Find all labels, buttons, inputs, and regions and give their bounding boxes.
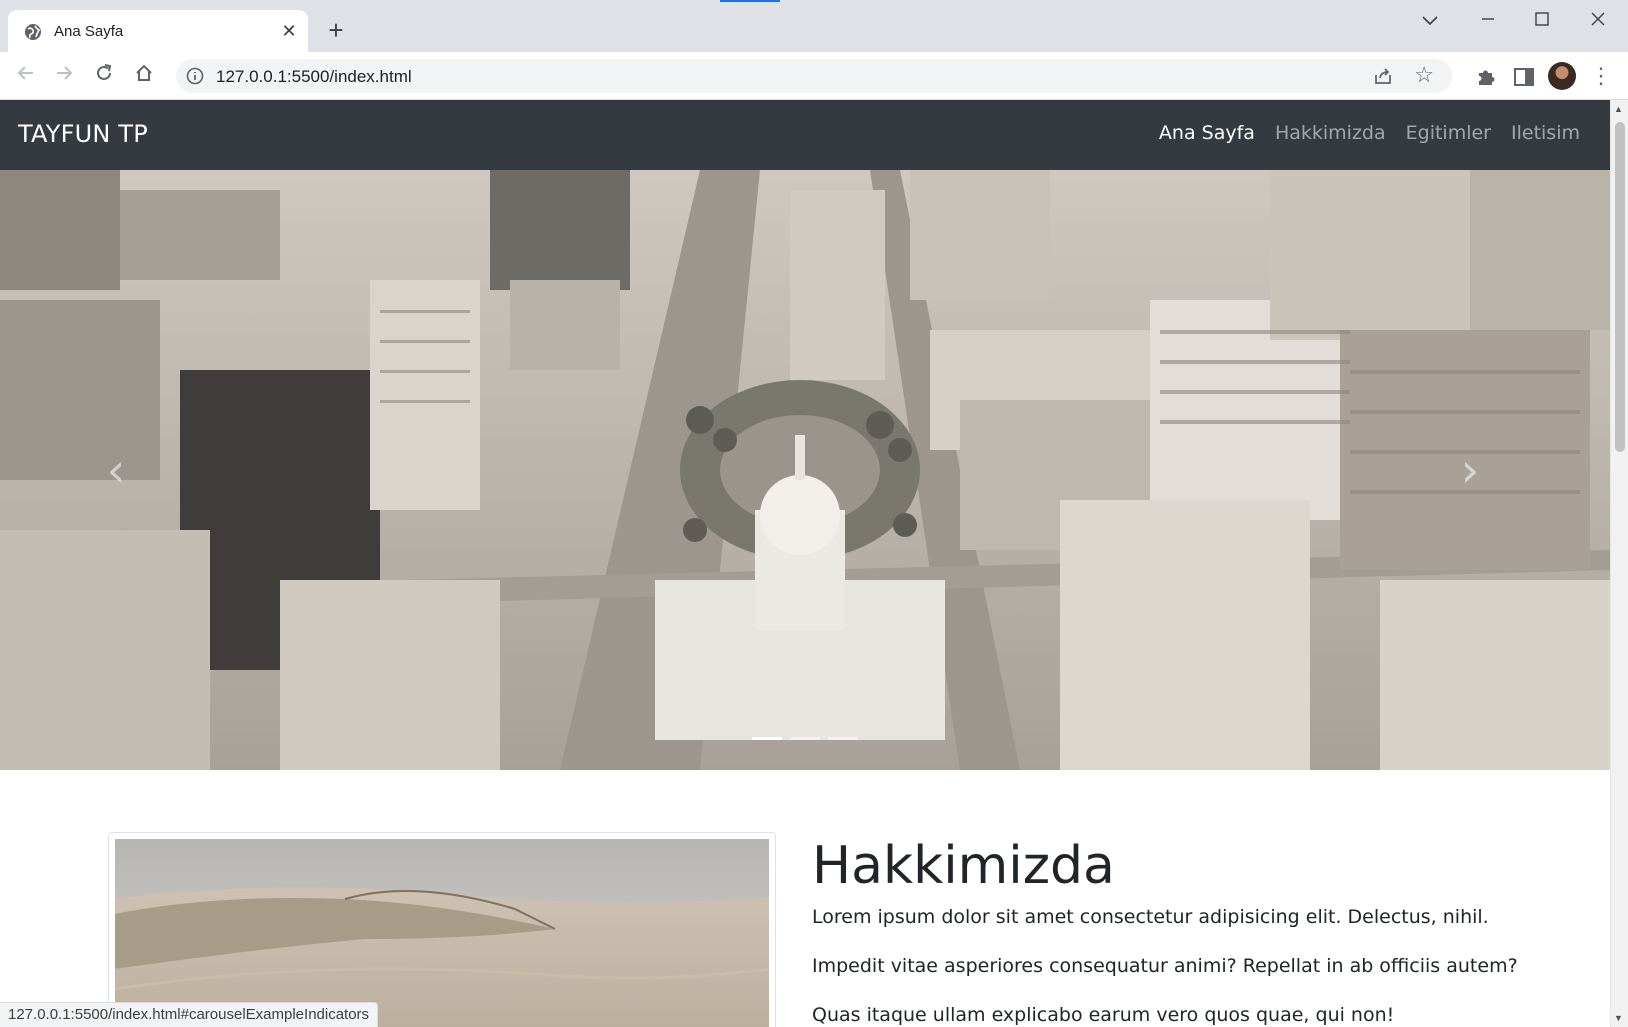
nav-link-iletisim[interactable]: Iletisim (1511, 122, 1580, 144)
about-heading: Hakkimizda (812, 836, 1115, 896)
carousel-indicator-3[interactable] (828, 737, 858, 740)
desert-image-frame (108, 832, 776, 1027)
minimize-button[interactable] (1468, 8, 1508, 32)
page-viewport: TAYFUN TP Ana Sayfa Hakkimizda Egitimler… (0, 100, 1610, 1027)
carousel-prev-icon[interactable]: ‹ (96, 440, 136, 500)
tab-search-icon[interactable] (1410, 8, 1450, 32)
home-icon[interactable] (130, 62, 158, 90)
maximize-button[interactable] (1522, 8, 1562, 32)
hero-carousel: ‹ › (0, 170, 1610, 770)
about-section: Hakkimizda Lorem ipsum dolor sit amet co… (0, 770, 1610, 1027)
link-status-bar: 127.0.0.1:5500/index.html#carouselExampl… (0, 1002, 379, 1027)
about-paragraph-3: Quas itaque ullam explicabo earum vero q… (812, 1004, 1395, 1026)
about-paragraph-2: Impedit vitae asperiores consequatur ani… (812, 955, 1518, 977)
avatar[interactable] (1548, 62, 1576, 90)
back-arrow-icon[interactable] (12, 62, 40, 90)
scroll-up-icon[interactable]: ▲ (1614, 104, 1623, 114)
carousel-next-icon[interactable]: › (1450, 440, 1490, 500)
star-icon[interactable]: ☆ (1414, 64, 1434, 86)
carousel-indicators (0, 737, 1610, 740)
nav-link-hakkimizda[interactable]: Hakkimizda (1275, 122, 1386, 144)
info-icon[interactable] (186, 67, 204, 85)
tab-title: Ana Sayfa (54, 23, 124, 40)
site-brand[interactable]: TAYFUN TP (18, 120, 148, 148)
site-navbar: TAYFUN TP Ana Sayfa Hakkimizda Egitimler… (0, 100, 1610, 170)
carousel-indicator-2[interactable] (790, 737, 820, 740)
nav-links: Ana Sayfa Hakkimizda Egitimler Iletisim (1159, 122, 1580, 144)
close-tab-icon[interactable]: ✕ (278, 20, 300, 42)
puzzle-icon[interactable] (1474, 65, 1498, 89)
scrollbar-thumb[interactable] (1615, 122, 1625, 452)
share-icon[interactable] (1372, 65, 1394, 87)
tab-strip: Ana Sayfa ✕ + (0, 0, 1628, 52)
nav-link-ana-sayfa[interactable]: Ana Sayfa (1159, 122, 1255, 144)
side-panel-icon[interactable] (1512, 65, 1536, 89)
loading-indicator (720, 0, 780, 2)
reload-icon[interactable] (90, 62, 118, 90)
address-bar[interactable]: 127.0.0.1:5500/index.html ☆ (176, 59, 1452, 93)
window-close-button[interactable] (1578, 8, 1618, 32)
new-tab-button[interactable]: + (322, 16, 350, 44)
forward-arrow-icon[interactable] (50, 62, 78, 90)
browser-toolbar: 127.0.0.1:5500/index.html ☆ ⋮ (0, 52, 1628, 100)
desert-dunes-image (115, 839, 769, 1027)
browser-tab[interactable]: Ana Sayfa ✕ (8, 10, 308, 52)
page-scrollbar[interactable]: ▲ ▼ (1610, 100, 1628, 1027)
nav-link-egitimler[interactable]: Egitimler (1406, 122, 1491, 144)
kebab-menu-icon[interactable]: ⋮ (1590, 64, 1612, 88)
globe-icon (25, 24, 41, 40)
carousel-indicator-1[interactable] (752, 737, 782, 740)
url-text[interactable]: 127.0.0.1:5500/index.html (216, 67, 412, 87)
scroll-down-icon[interactable]: ▼ (1614, 1013, 1623, 1023)
city-aerial-image (0, 170, 1610, 770)
about-paragraph-1: Lorem ipsum dolor sit amet consectetur a… (812, 906, 1489, 928)
